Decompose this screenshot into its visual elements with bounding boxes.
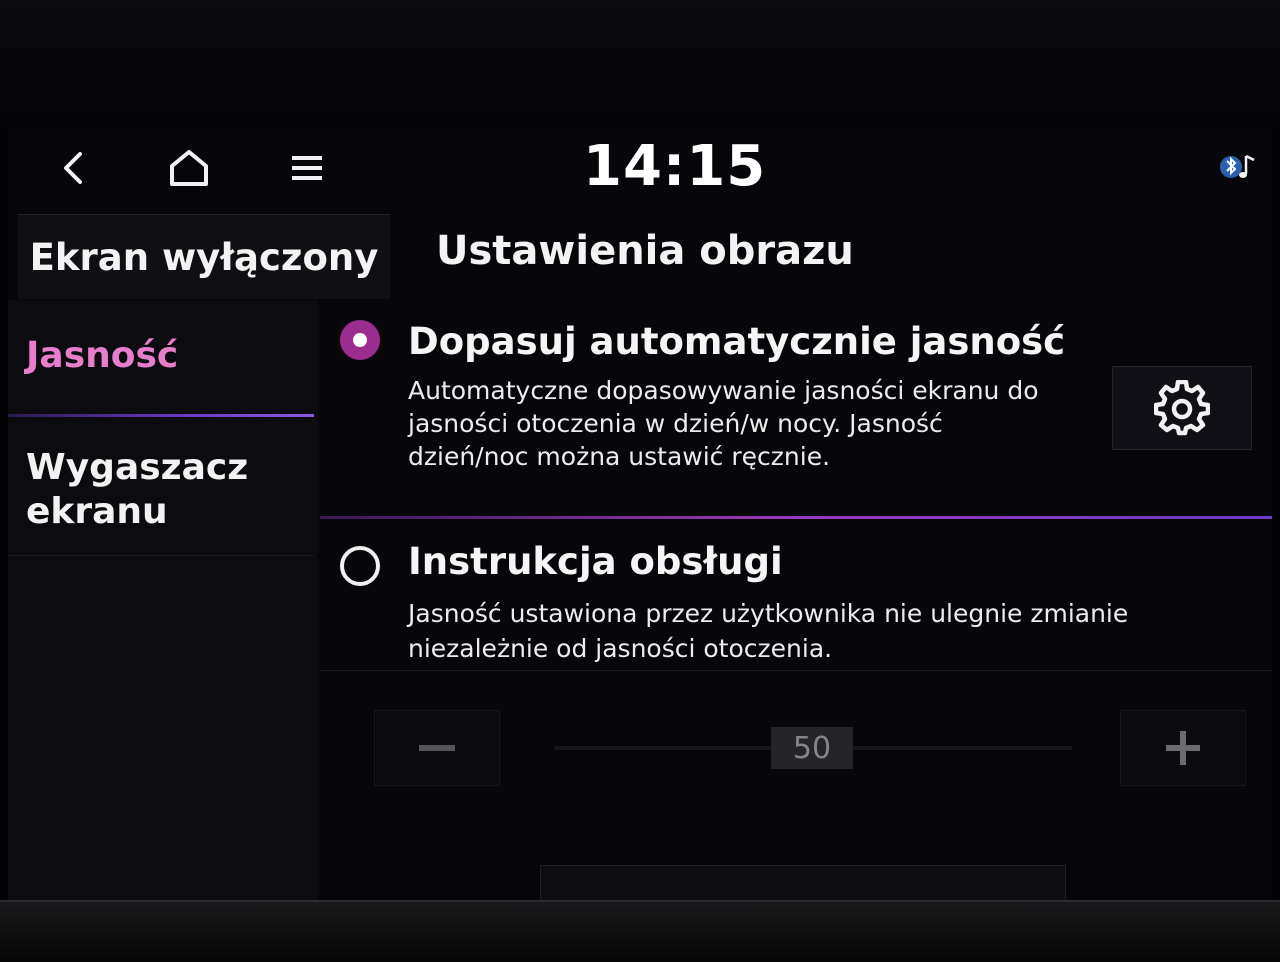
divider bbox=[8, 555, 314, 556]
brightness-slider[interactable]: 50 bbox=[320, 710, 1272, 794]
sidebar-item-screensaver[interactable]: Wygaszacz ekranu bbox=[26, 446, 266, 534]
plus-icon bbox=[1166, 731, 1200, 765]
menu-icon bbox=[292, 156, 322, 180]
option-title: Dopasuj automatycznie jasność bbox=[408, 320, 1066, 363]
sidebar-item-brightness[interactable]: Jasność bbox=[26, 334, 178, 378]
increase-button[interactable] bbox=[1120, 710, 1246, 786]
page-title: Ustawienia obrazu bbox=[436, 228, 854, 274]
home-icon bbox=[170, 150, 208, 186]
option-manual-brightness[interactable]: Instrukcja obsługi Jasność ustawiona prz… bbox=[320, 522, 1272, 670]
radio-button-selected[interactable] bbox=[340, 320, 380, 360]
menu-button[interactable] bbox=[272, 140, 342, 196]
gear-icon bbox=[1154, 380, 1210, 436]
option-description: Automatyczne dopasowywanie jasności ekra… bbox=[408, 376, 1039, 471]
minus-icon bbox=[419, 745, 455, 751]
decrease-button[interactable] bbox=[374, 710, 500, 786]
divider bbox=[320, 516, 1272, 519]
option-title: Instrukcja obsługi bbox=[408, 540, 783, 583]
radio-button-unselected[interactable] bbox=[340, 546, 380, 586]
bezel-top bbox=[0, 0, 1280, 128]
back-button[interactable] bbox=[38, 140, 108, 196]
bezel-bottom bbox=[0, 900, 1280, 962]
brightness-settings-button[interactable] bbox=[1112, 366, 1252, 450]
top-bar: 14:15 bbox=[8, 128, 1272, 208]
bluetooth-music-icon bbox=[1218, 150, 1258, 188]
infotainment-screen: 14:15 Ekran wyłączony Ustawienia obrazu … bbox=[8, 128, 1272, 908]
option-description: Jasność ustawiona przez użytkownika nie … bbox=[408, 599, 1129, 663]
slider-value: 50 bbox=[771, 727, 853, 769]
divider bbox=[320, 670, 1272, 671]
back-icon bbox=[64, 152, 82, 184]
home-button[interactable] bbox=[154, 140, 224, 196]
option-auto-brightness[interactable]: Dopasuj automatycznie jasność Automatycz… bbox=[320, 300, 1272, 516]
clock: 14:15 bbox=[583, 134, 767, 199]
screen-off-button[interactable]: Ekran wyłączony bbox=[18, 214, 390, 299]
sidebar: Jasność Wygaszacz ekranu bbox=[8, 300, 318, 908]
active-indicator bbox=[8, 414, 314, 417]
settings-content: Dopasuj automatycznie jasność Automatycz… bbox=[320, 300, 1272, 908]
